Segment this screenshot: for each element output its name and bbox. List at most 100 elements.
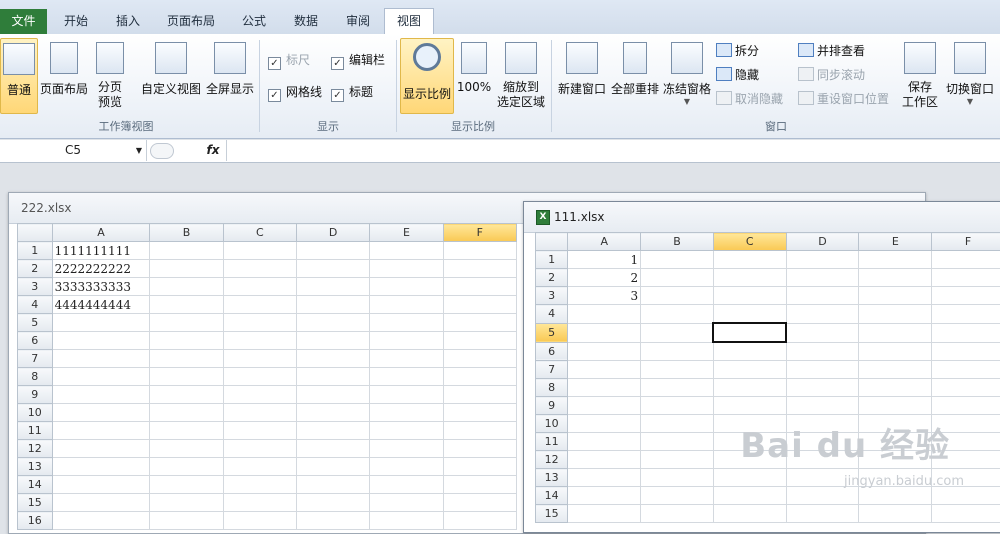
unhide-button[interactable]: 取消隐藏 [716,90,783,108]
cell[interactable] [567,378,642,397]
cell[interactable] [149,349,224,368]
cell[interactable] [858,268,933,287]
row-header[interactable]: 6 [534,341,569,361]
cell[interactable] [785,378,860,397]
cell[interactable] [785,396,860,415]
cell[interactable] [712,468,787,487]
cell[interactable] [785,504,860,523]
gridlines-checkbox[interactable]: ✓ 网格线 [268,83,322,102]
cell[interactable] [295,331,371,350]
cell[interactable] [51,439,151,458]
row-header[interactable]: 14 [17,475,53,494]
cell[interactable] [149,439,224,458]
cell[interactable] [295,349,371,368]
cell[interactable] [222,439,297,458]
cell[interactable] [51,403,151,422]
cell[interactable] [931,341,1000,361]
cell[interactable] [442,385,518,404]
cell[interactable] [149,421,224,440]
cell[interactable] [567,322,642,343]
column-header[interactable]: D [295,223,371,242]
row-header[interactable]: 7 [17,349,53,368]
cell[interactable] [640,360,714,379]
cell[interactable] [712,378,787,397]
cell-a3[interactable]: 3333333333 [51,277,151,296]
cell[interactable] [369,403,444,422]
name-box[interactable]: C5 ▼ [0,140,147,161]
cell[interactable] [442,295,518,314]
cell[interactable] [222,475,297,494]
column-header[interactable]: E [858,232,933,251]
cell[interactable] [51,493,151,512]
insert-function-icon[interactable]: fx [200,140,227,161]
select-all-corner[interactable] [17,223,53,242]
cell[interactable] [149,511,224,530]
tab-data[interactable]: 数据 [282,9,330,34]
cell[interactable] [640,396,714,415]
column-header[interactable]: C [712,232,787,251]
cell[interactable] [149,259,224,278]
cell[interactable] [369,349,444,368]
row-header[interactable]: 4 [534,304,569,324]
cell[interactable] [369,241,444,260]
cell[interactable] [567,450,642,469]
cell[interactable] [567,432,642,451]
cell[interactable] [369,511,444,530]
row-header[interactable]: 3 [17,277,53,296]
cell[interactable] [295,475,371,494]
zoom-100-button[interactable]: 100% [454,38,494,112]
row-header[interactable]: 6 [17,331,53,350]
cell[interactable] [931,504,1000,523]
cell[interactable] [295,421,371,440]
row-header[interactable]: 1 [17,241,53,260]
freeze-panes-button[interactable]: 冻结窗格 ▼ [662,38,712,112]
cell[interactable] [640,468,714,487]
row-header[interactable]: 16 [17,511,53,530]
row-header[interactable]: 14 [534,486,569,505]
cell[interactable] [785,341,860,361]
cell[interactable] [51,367,151,386]
column-header[interactable]: B [640,232,714,251]
cell[interactable] [640,268,714,287]
tab-page-layout[interactable]: 页面布局 [158,9,224,34]
cell-a4[interactable]: 4444444444 [51,295,151,314]
cell[interactable] [640,486,714,505]
cell[interactable] [712,250,787,269]
column-header[interactable]: F [931,232,1000,251]
page-layout-view-button[interactable]: 页面布局 [38,38,90,112]
cell[interactable] [295,493,371,512]
cell-a1[interactable]: 1111111111 [51,241,151,260]
split-button[interactable]: 拆分 [716,42,759,60]
cell[interactable] [442,475,518,494]
cell[interactable] [442,313,518,332]
cell[interactable] [712,304,787,324]
row-header[interactable]: 13 [534,468,569,487]
normal-view-button[interactable]: 普通 [0,38,38,114]
cell[interactable] [295,241,371,260]
cell[interactable] [442,241,518,260]
row-header[interactable]: 5 [534,322,569,343]
cell[interactable] [222,493,297,512]
cell[interactable] [442,493,518,512]
cell[interactable] [149,241,224,260]
cell[interactable] [369,277,444,296]
cell[interactable] [295,313,371,332]
cell[interactable] [640,414,714,433]
cell[interactable] [51,385,151,404]
row-header[interactable]: 7 [534,360,569,379]
cell[interactable] [295,277,371,296]
row-header[interactable]: 10 [534,414,569,433]
cell[interactable] [369,331,444,350]
cell[interactable] [567,396,642,415]
cell[interactable] [369,385,444,404]
cell[interactable] [712,486,787,505]
row-header[interactable]: 15 [17,493,53,512]
cell[interactable] [149,403,224,422]
column-header[interactable]: C [222,223,297,242]
row-header[interactable]: 11 [17,421,53,440]
cell[interactable] [442,277,518,296]
row-header[interactable]: 1 [534,250,569,269]
cell[interactable] [858,486,933,505]
cell[interactable] [567,414,642,433]
row-header[interactable]: 2 [17,259,53,278]
